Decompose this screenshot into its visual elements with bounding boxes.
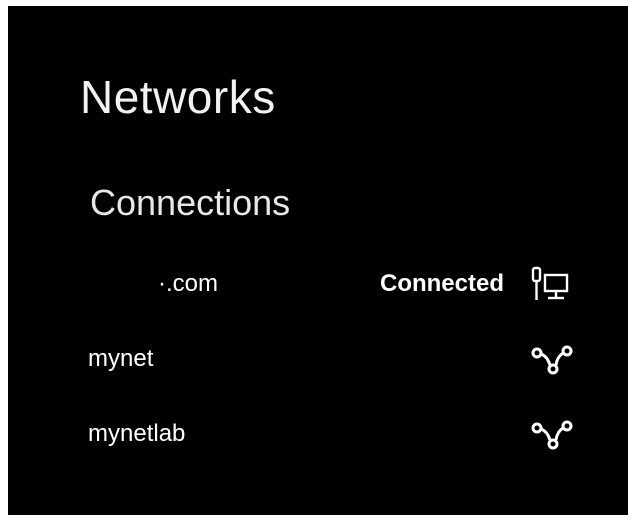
connection-name: mynet bbox=[88, 345, 154, 372]
wired-network-icon bbox=[530, 266, 580, 304]
wireless-link-icon bbox=[530, 341, 580, 379]
page-title: Networks bbox=[80, 71, 276, 123]
wireless-link-icon bbox=[530, 416, 580, 454]
section-title-connections: Connections bbox=[90, 182, 291, 223]
connection-row-2[interactable]: mynet bbox=[8, 331, 628, 389]
connection-name: ·.com bbox=[158, 270, 218, 297]
networks-panel: Networks Connections ·.com Connected myn… bbox=[8, 6, 628, 515]
connection-name: mynetlab bbox=[88, 420, 186, 447]
connection-row-3[interactable]: mynetlab bbox=[8, 406, 628, 464]
connection-row-1[interactable]: ·.com Connected bbox=[8, 256, 628, 314]
connection-status: Connected bbox=[379, 270, 504, 297]
